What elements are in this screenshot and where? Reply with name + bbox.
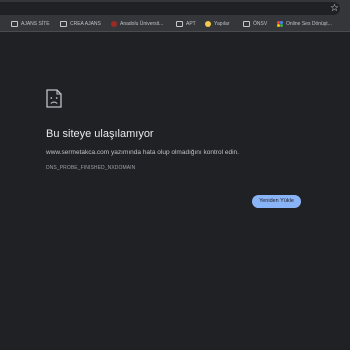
color-dots-icon (277, 21, 283, 27)
error-domain: www.sermetakca.com (46, 149, 110, 156)
bookmark-label: CREA AJANS (70, 21, 101, 27)
bookmark-label: Anadolu Üniversit... (120, 21, 164, 27)
sad-page-icon (46, 89, 62, 108)
bookmark-label: Yapılar (214, 21, 230, 27)
bookmark-label: Online Ses Dönüşt... (286, 21, 332, 27)
bookmark-crea-ajans[interactable]: CREA AJANS (60, 19, 101, 29)
error-code: DNS_PROBE_FINISHED_NXDOMAIN (46, 165, 136, 171)
bookmark-ajans-site[interactable]: AJANS SİTE (11, 19, 50, 29)
folder-icon (243, 21, 250, 27)
error-description-text: yazımında hata olup olmadığını kontrol e… (109, 149, 239, 156)
folder-icon (176, 21, 183, 27)
error-description: www.sermetakca.com yazımında hata olup o… (46, 149, 239, 156)
folder-icon (60, 21, 67, 27)
bookmark-label: AJANS SİTE (21, 21, 50, 27)
bookmark-star-icon[interactable]: ☆ (329, 3, 340, 14)
anadolu-logo-icon (111, 21, 117, 27)
folder-icon (11, 21, 18, 27)
bookmark-online-ses[interactable]: Online Ses Dönüşt... (277, 19, 332, 29)
error-title: Bu siteye ulaşılamıyor (46, 128, 154, 140)
address-bar[interactable] (0, 2, 340, 15)
bookmarks-bar: AJANS SİTE CREA AJANS Anadolu Üniversit.… (0, 17, 350, 32)
bookmark-label: ÖNSV (253, 21, 268, 27)
smiley-icon (205, 21, 211, 27)
reload-button[interactable]: Yeniden Yükle (252, 195, 301, 208)
bookmark-yapilar[interactable]: Yapılar (205, 19, 229, 29)
bookmark-apt[interactable]: APT (176, 19, 196, 29)
bookmark-onsv[interactable]: ÖNSV (243, 19, 267, 29)
browser-toolbar: ☆ (0, 0, 350, 17)
bookmark-anadolu[interactable]: Anadolu Üniversit... (111, 19, 163, 29)
bookmark-label: APT (186, 21, 196, 27)
